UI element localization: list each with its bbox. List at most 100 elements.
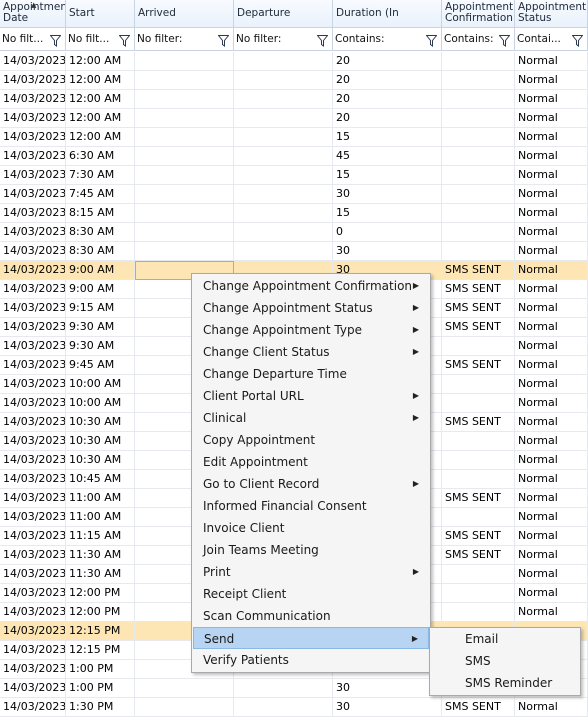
table-cell[interactable]: 14/03/2023: [0, 356, 66, 375]
menu-item-join-teams-meeting[interactable]: Join Teams Meeting: [193, 539, 429, 561]
table-cell[interactable]: 15: [333, 204, 442, 223]
table-cell[interactable]: 7:30 AM: [66, 166, 135, 185]
table-cell[interactable]: [442, 242, 515, 261]
table-cell[interactable]: [234, 90, 333, 109]
menu-item-edit-appointment[interactable]: Edit Appointment: [193, 451, 429, 473]
table-cell[interactable]: [442, 185, 515, 204]
table-cell[interactable]: [135, 128, 234, 147]
table-row[interactable]: 14/03/2023 1:30 PM 30 SMS SENT Normal: [0, 698, 588, 717]
table-cell[interactable]: 9:00 AM: [66, 261, 135, 280]
table-cell[interactable]: [135, 109, 234, 128]
menu-item-client-portal-url[interactable]: Client Portal URL ▶: [193, 385, 429, 407]
table-cell[interactable]: [234, 185, 333, 204]
filter-icon[interactable]: [49, 33, 62, 47]
column-header[interactable]: Departure: [234, 0, 333, 28]
table-cell[interactable]: 14/03/2023: [0, 660, 66, 679]
table-cell[interactable]: [442, 204, 515, 223]
table-cell[interactable]: 14/03/2023: [0, 166, 66, 185]
table-cell[interactable]: [135, 242, 234, 261]
table-cell[interactable]: 14/03/2023: [0, 470, 66, 489]
table-cell[interactable]: 8:30 AM: [66, 242, 135, 261]
table-cell[interactable]: 14/03/2023: [0, 261, 66, 280]
table-cell[interactable]: [234, 147, 333, 166]
table-cell[interactable]: [234, 698, 333, 717]
table-cell[interactable]: Normal: [515, 394, 588, 413]
menu-item-send[interactable]: Send ▶: [193, 627, 429, 649]
filter-icon[interactable]: [217, 33, 230, 47]
table-cell[interactable]: 14/03/2023: [0, 508, 66, 527]
table-cell[interactable]: [442, 109, 515, 128]
table-cell[interactable]: 1:30 PM: [66, 698, 135, 717]
table-row[interactable]: 14/03/2023 6:30 AM 45 Normal: [0, 147, 588, 166]
submenu-item-sms-reminder[interactable]: SMS Reminder: [431, 672, 579, 694]
table-cell[interactable]: Normal: [515, 299, 588, 318]
table-cell[interactable]: SMS SENT: [442, 280, 515, 299]
table-cell[interactable]: Normal: [515, 242, 588, 261]
menu-item-change-appointment-confirmation[interactable]: Change Appointment Confirmation ▶: [193, 275, 429, 297]
table-cell[interactable]: 11:30 AM: [66, 546, 135, 565]
table-cell[interactable]: [135, 679, 234, 698]
table-cell[interactable]: Normal: [515, 451, 588, 470]
table-cell[interactable]: 6:30 AM: [66, 147, 135, 166]
table-cell[interactable]: 12:00 AM: [66, 109, 135, 128]
table-row[interactable]: 14/03/2023 12:00 AM 20 Normal: [0, 90, 588, 109]
table-cell[interactable]: 9:15 AM: [66, 299, 135, 318]
table-cell[interactable]: SMS SENT: [442, 489, 515, 508]
table-cell[interactable]: 14/03/2023: [0, 337, 66, 356]
table-cell[interactable]: Normal: [515, 375, 588, 394]
table-cell[interactable]: 11:15 AM: [66, 527, 135, 546]
table-cell[interactable]: [442, 565, 515, 584]
table-cell[interactable]: 14/03/2023: [0, 90, 66, 109]
column-filter[interactable]: No filter:: [234, 28, 333, 51]
menu-item-change-departure-time[interactable]: Change Departure Time: [193, 363, 429, 385]
table-cell[interactable]: SMS SENT: [442, 356, 515, 375]
table-cell[interactable]: Normal: [515, 280, 588, 299]
table-cell[interactable]: Normal: [515, 128, 588, 147]
column-filter[interactable]: No filter:: [135, 28, 234, 51]
table-cell[interactable]: 14/03/2023: [0, 546, 66, 565]
table-cell[interactable]: Normal: [515, 489, 588, 508]
table-cell[interactable]: 9:45 AM: [66, 356, 135, 375]
table-row[interactable]: 14/03/2023 12:00 AM 20 Normal: [0, 52, 588, 71]
table-cell[interactable]: 30: [333, 185, 442, 204]
table-cell[interactable]: Normal: [515, 603, 588, 622]
table-cell[interactable]: [442, 128, 515, 147]
table-cell[interactable]: 14/03/2023: [0, 242, 66, 261]
table-cell[interactable]: 45: [333, 147, 442, 166]
table-cell[interactable]: 12:15 PM: [66, 641, 135, 660]
menu-item-clinical[interactable]: Clinical ▶: [193, 407, 429, 429]
column-filter[interactable]: Contains:: [333, 28, 442, 51]
table-cell[interactable]: [442, 90, 515, 109]
table-cell[interactable]: 10:45 AM: [66, 470, 135, 489]
table-cell[interactable]: Normal: [515, 432, 588, 451]
table-cell[interactable]: 30: [333, 242, 442, 261]
menu-item-change-appointment-type[interactable]: Change Appointment Type ▶: [193, 319, 429, 341]
table-cell[interactable]: [135, 71, 234, 90]
menu-item-copy-appointment[interactable]: Copy Appointment: [193, 429, 429, 451]
table-cell[interactable]: 14/03/2023: [0, 299, 66, 318]
table-cell[interactable]: [442, 508, 515, 527]
table-cell[interactable]: 14/03/2023: [0, 52, 66, 71]
table-cell[interactable]: 9:30 AM: [66, 318, 135, 337]
column-header[interactable]: Appointment Status: [515, 0, 588, 28]
table-cell[interactable]: 10:00 AM: [66, 375, 135, 394]
table-cell[interactable]: [135, 166, 234, 185]
table-row[interactable]: 14/03/2023 8:30 AM 0 Normal: [0, 223, 588, 242]
table-cell[interactable]: Normal: [515, 90, 588, 109]
table-cell[interactable]: [442, 71, 515, 90]
table-cell[interactable]: 12:15 PM: [66, 622, 135, 641]
table-cell[interactable]: Normal: [515, 565, 588, 584]
table-cell[interactable]: SMS SENT: [442, 527, 515, 546]
table-cell[interactable]: 11:30 AM: [66, 565, 135, 584]
table-cell[interactable]: 12:00 AM: [66, 71, 135, 90]
submenu-item-sms[interactable]: SMS: [431, 650, 579, 672]
column-header[interactable]: Start: [66, 0, 135, 28]
table-cell[interactable]: 30: [333, 698, 442, 717]
table-cell[interactable]: [135, 698, 234, 717]
table-cell[interactable]: SMS SENT: [442, 413, 515, 432]
table-cell[interactable]: [135, 52, 234, 71]
table-cell[interactable]: SMS SENT: [442, 318, 515, 337]
table-row[interactable]: 14/03/2023 12:00 AM 15 Normal: [0, 128, 588, 147]
table-cell[interactable]: 11:00 AM: [66, 489, 135, 508]
column-filter[interactable]: No filt...: [0, 28, 66, 51]
